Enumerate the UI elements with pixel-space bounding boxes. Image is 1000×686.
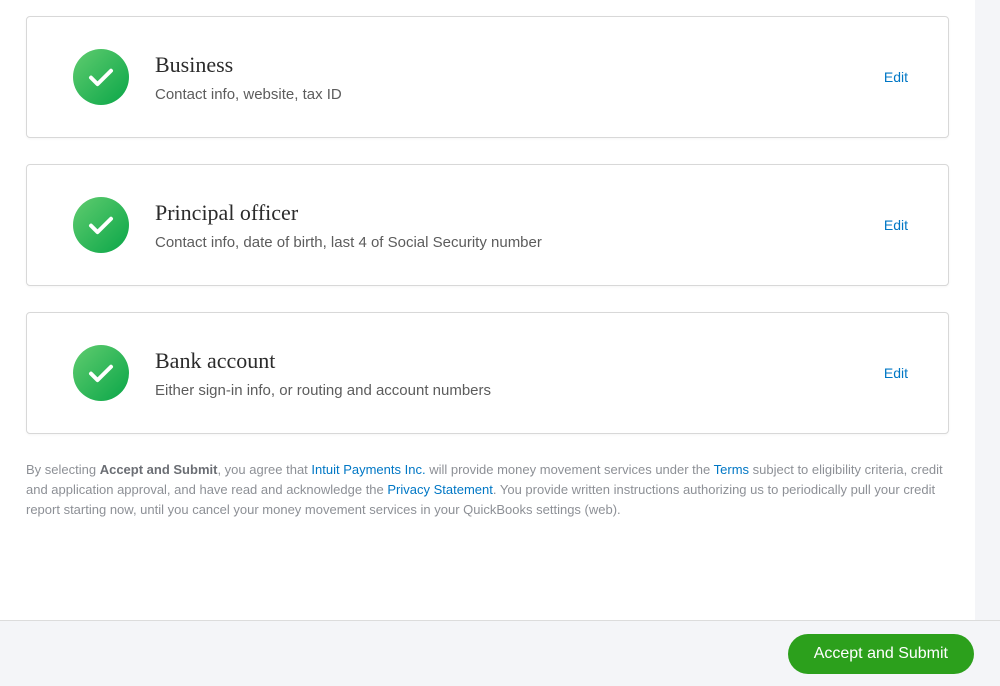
edit-link-bank-account[interactable]: Edit <box>884 365 908 381</box>
check-circle-icon <box>73 197 129 253</box>
card-title: Principal officer <box>155 200 884 226</box>
card-business: Business Contact info, website, tax ID E… <box>26 16 949 138</box>
accept-and-submit-button[interactable]: Accept and Submit <box>788 634 974 674</box>
main-panel: Business Contact info, website, tax ID E… <box>0 0 975 620</box>
card-title: Bank account <box>155 348 884 374</box>
terms-link[interactable]: Terms <box>714 462 749 477</box>
intuit-payments-link[interactable]: Intuit Payments Inc. <box>311 462 425 477</box>
edit-link-principal-officer[interactable]: Edit <box>884 217 908 233</box>
disclosure-seg1: , you agree that <box>217 462 311 477</box>
card-title: Business <box>155 52 884 78</box>
card-content: Business Contact info, website, tax ID <box>155 52 884 103</box>
card-principal-officer: Principal officer Contact info, date of … <box>26 164 949 286</box>
disclosure-seg2: will provide money movement services und… <box>426 462 714 477</box>
privacy-statement-link[interactable]: Privacy Statement <box>387 482 493 497</box>
card-subtitle: Either sign-in info, or routing and acco… <box>155 382 884 399</box>
check-circle-icon <box>73 49 129 105</box>
edit-link-business[interactable]: Edit <box>884 69 908 85</box>
card-bank-account: Bank account Either sign-in info, or rou… <box>26 312 949 434</box>
card-content: Principal officer Contact info, date of … <box>155 200 884 251</box>
disclosure-prefix: By selecting <box>26 462 100 477</box>
check-circle-icon <box>73 345 129 401</box>
card-subtitle: Contact info, date of birth, last 4 of S… <box>155 234 884 251</box>
disclosure-bold: Accept and Submit <box>100 462 218 477</box>
disclosure-text: By selecting Accept and Submit, you agre… <box>26 460 949 520</box>
card-content: Bank account Either sign-in info, or rou… <box>155 348 884 399</box>
footer-bar: Accept and Submit <box>0 620 1000 686</box>
card-subtitle: Contact info, website, tax ID <box>155 86 884 103</box>
